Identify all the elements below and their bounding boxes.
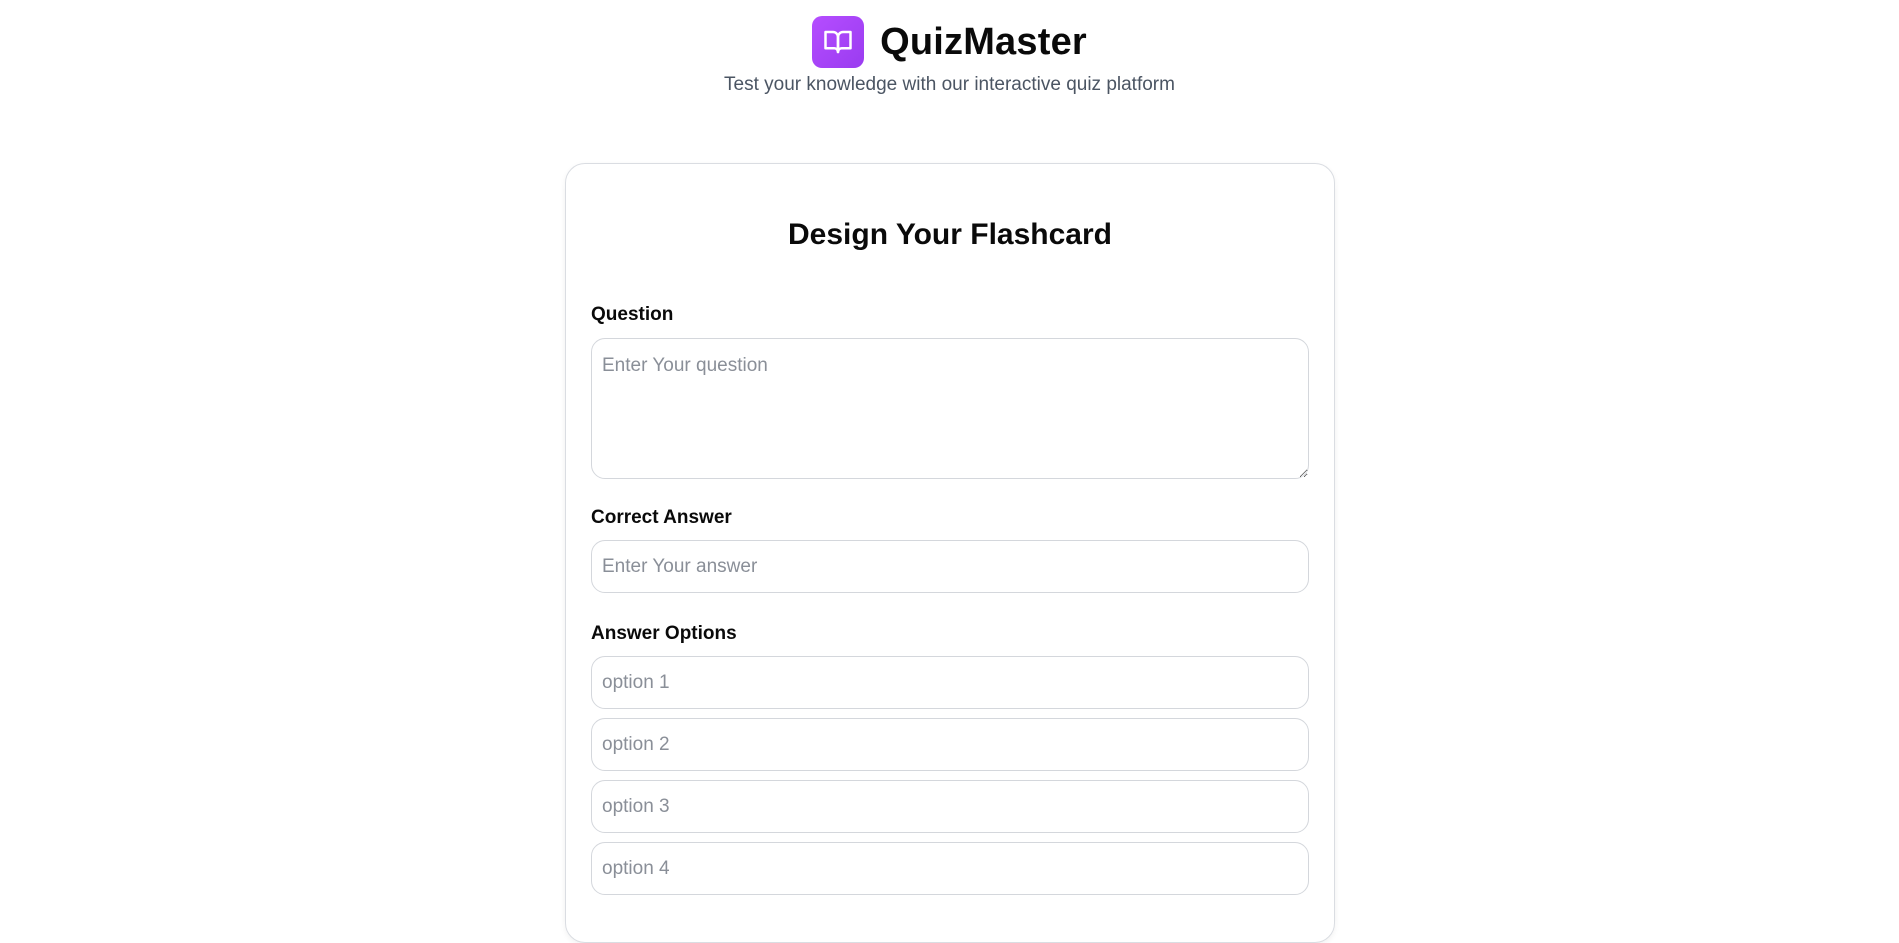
option-2-input[interactable] — [591, 718, 1309, 771]
option-4-input[interactable] — [591, 842, 1309, 895]
flashcard-form: Design Your Flashcard Question Correct A… — [565, 163, 1335, 943]
question-label: Question — [591, 304, 674, 325]
app-tagline: Test your knowledge with our interactive… — [724, 74, 1175, 95]
option-3-input[interactable] — [591, 780, 1309, 833]
correct-answer-label: Correct Answer — [591, 507, 732, 528]
correct-answer-input[interactable] — [591, 540, 1309, 593]
option-1-input[interactable] — [591, 656, 1309, 709]
open-book-icon — [824, 30, 852, 54]
app-title: QuizMaster — [880, 20, 1087, 63]
form-title: Design Your Flashcard — [788, 218, 1112, 251]
app-header: QuizMaster Test your knowledge with our … — [0, 16, 1899, 96]
logo — [812, 16, 865, 68]
brand: QuizMaster — [812, 16, 1087, 68]
answer-options-label: Answer Options — [591, 623, 737, 644]
question-input[interactable] — [591, 338, 1309, 479]
